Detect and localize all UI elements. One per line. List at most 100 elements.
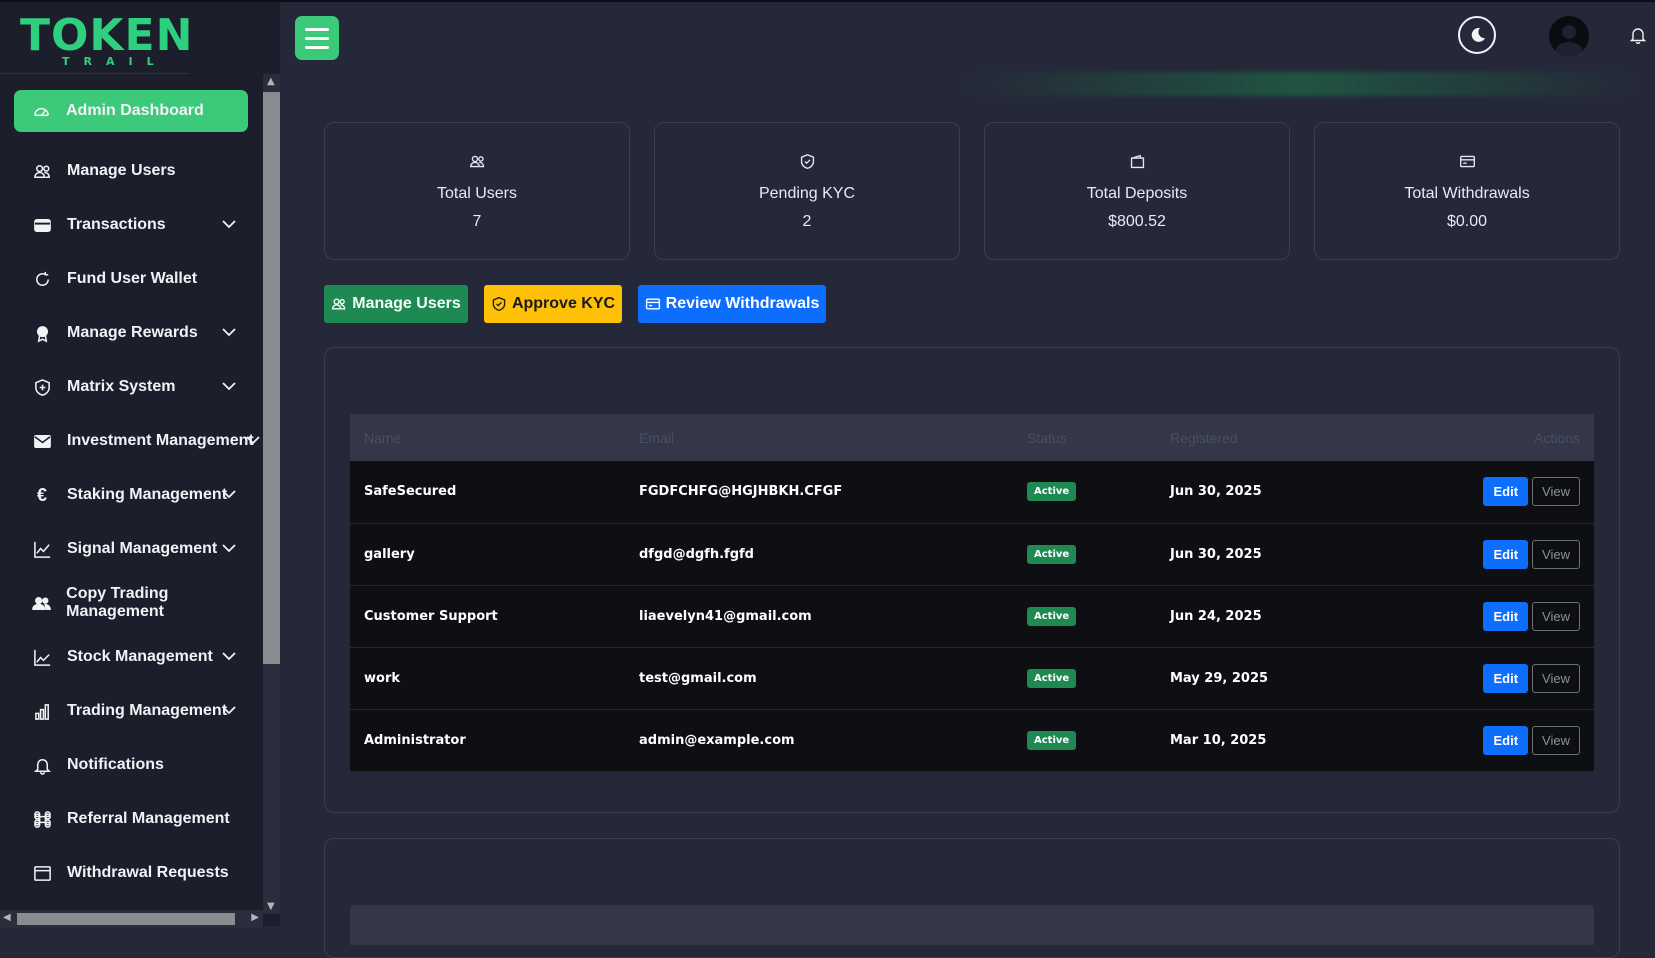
sidebar-item-label: Withdrawal Requests (67, 864, 229, 881)
shield-icon (32, 377, 52, 397)
column-header-name[interactable]: Name (350, 414, 625, 461)
stat-card-total-withdrawals: Total Withdrawals $0.00 (1314, 122, 1620, 260)
users-icon (332, 298, 346, 310)
sidebar-item-matrix-system[interactable]: Matrix System (0, 360, 262, 414)
chevron-down-icon (222, 486, 236, 504)
sidebar: TOKEN TRAIL Admin Dashboard Manage Users… (0, 2, 280, 928)
users-icon (32, 161, 52, 181)
sidebar-item-manage-rewards[interactable]: Manage Rewards (0, 306, 262, 360)
sidebar-item-signal-management[interactable]: Signal Management (0, 522, 262, 576)
sidebar-item-trading-management[interactable]: Trading Management (0, 684, 262, 738)
scroll-down-arrow-icon[interactable]: ▼ (267, 901, 275, 912)
sidebar-item-stock-management[interactable]: Stock Management (0, 630, 262, 684)
sidebar-item-withdrawal-requests[interactable]: Withdrawal Requests (0, 846, 262, 900)
secondary-table-header (350, 905, 1594, 945)
actions-cell: Edit View (1376, 523, 1594, 585)
speedometer-icon (31, 101, 51, 121)
view-button[interactable]: View (1532, 663, 1580, 693)
sidebar-item-staking-management[interactable]: € Staking Management (0, 468, 262, 522)
card-icon (32, 215, 52, 235)
registered-date: Jun 24, 2025 (1170, 608, 1262, 624)
scroll-left-arrow-icon[interactable]: ◀ (3, 912, 11, 923)
view-button[interactable]: View (1532, 601, 1580, 631)
user-avatar[interactable] (1549, 16, 1589, 56)
graph-icon (32, 647, 52, 667)
brand-logo[interactable]: TOKEN TRAIL (18, 10, 192, 72)
scroll-up-arrow-icon[interactable]: ▲ (267, 76, 275, 87)
wallet-icon (985, 153, 1289, 173)
logo-divider (0, 73, 190, 74)
user-email: dfgd@dgfh.fgfd (639, 546, 754, 562)
sidebar-item-label: Staking Management (67, 486, 228, 503)
sidebar-item-label: Stock Management (67, 648, 213, 665)
sidebar-item-transactions[interactable]: Transactions (0, 198, 262, 252)
sidebar-item-admin-dashboard[interactable]: Admin Dashboard (14, 90, 248, 132)
command-icon (32, 809, 52, 829)
column-header-status[interactable]: Status (1013, 414, 1156, 461)
scrollbar-thumb[interactable] (263, 92, 280, 664)
view-button[interactable]: View (1532, 725, 1580, 755)
hamburger-line (305, 27, 329, 31)
sidebar-horizontal-scrollbar[interactable]: ◀ ▶ (0, 910, 263, 928)
envelope-icon (32, 431, 52, 451)
credit-card-icon (1315, 153, 1619, 173)
sidebar-item-copy-trading-management[interactable]: Copy Trading Management (0, 576, 262, 630)
table-header-row: Name Email Status Registered Actions (350, 414, 1594, 461)
view-button[interactable]: View (1532, 539, 1580, 569)
user-email: FGDFCHFG@HGJHBKH.CFGF (639, 484, 843, 500)
shield-check-icon (655, 153, 959, 173)
bell-icon (32, 755, 52, 775)
edit-button[interactable]: Edit (1483, 663, 1529, 693)
table-row: work test@gmail.com Active May 29, 2025 … (350, 647, 1594, 709)
chevron-down-icon (222, 216, 236, 234)
registered-date: Mar 10, 2025 (1170, 732, 1267, 748)
sidebar-item-fund-user-wallet[interactable]: Fund User Wallet (0, 252, 262, 306)
scrollbar-thumb[interactable] (17, 913, 235, 925)
user-name: gallery (364, 546, 415, 562)
view-button[interactable]: View (1532, 477, 1580, 507)
sidebar-item-label: Fund User Wallet (67, 270, 198, 287)
sidebar-vertical-scrollbar[interactable]: ▲ ▼ (263, 74, 280, 914)
user-name: SafeSecured (364, 484, 457, 500)
stat-card-pending-kyc: Pending KYC 2 (654, 122, 960, 260)
menu-toggle-button[interactable] (295, 16, 339, 60)
registered-date: May 29, 2025 (1170, 670, 1269, 686)
scroll-right-arrow-icon[interactable]: ▶ (251, 912, 259, 923)
chevron-down-icon (222, 378, 236, 396)
column-header-email[interactable]: Email (625, 414, 1013, 461)
sidebar-item-manage-users[interactable]: Manage Users (0, 144, 262, 198)
status-cell: Active (1013, 523, 1156, 585)
edit-button[interactable]: Edit (1483, 477, 1529, 507)
bell-icon[interactable] (1630, 26, 1646, 44)
approve-kyc-button[interactable]: Approve KYC (484, 285, 622, 323)
edit-button[interactable]: Edit (1483, 725, 1529, 755)
sidebar-item-investment-management[interactable]: Investment Management (0, 414, 262, 468)
header-glow (960, 72, 1640, 96)
stat-label: Total Deposits (1086, 185, 1188, 202)
review-withdrawals-button[interactable]: Review Withdrawals (638, 285, 826, 323)
column-header-registered[interactable]: Registered (1156, 414, 1376, 461)
sidebar-item-referral-management[interactable]: Referral Management (0, 792, 262, 846)
status-badge: Active (1027, 544, 1077, 564)
manage-users-button[interactable]: Manage Users (324, 285, 468, 323)
stat-card-total-deposits: Total Deposits $800.52 (984, 122, 1290, 260)
moon-icon (1471, 27, 1485, 42)
stat-label: Pending KYC (758, 185, 856, 202)
sidebar-item-label: Manage Users (67, 162, 176, 179)
graph-up-icon (32, 539, 52, 559)
user-email: liaevelyn41@gmail.com (639, 608, 812, 624)
sidebar-item-notifications[interactable]: Notifications (0, 738, 262, 792)
chevron-down-icon (222, 540, 236, 558)
refresh-icon (32, 269, 52, 289)
euro-icon: € (36, 484, 47, 505)
hamburger-line (305, 45, 329, 49)
sidebar-item-label: Trading Management (67, 702, 228, 719)
sidebar-item-label: Signal Management (67, 540, 218, 557)
edit-button[interactable]: Edit (1483, 539, 1529, 569)
actions-cell: Edit View (1376, 709, 1594, 771)
edit-button[interactable]: Edit (1483, 601, 1529, 631)
column-header-actions: Actions (1534, 429, 1580, 446)
avatar-head (1562, 25, 1576, 39)
theme-toggle-button[interactable] (1458, 16, 1496, 54)
users-table: Name Email Status Registered Actions Saf… (350, 414, 1594, 772)
